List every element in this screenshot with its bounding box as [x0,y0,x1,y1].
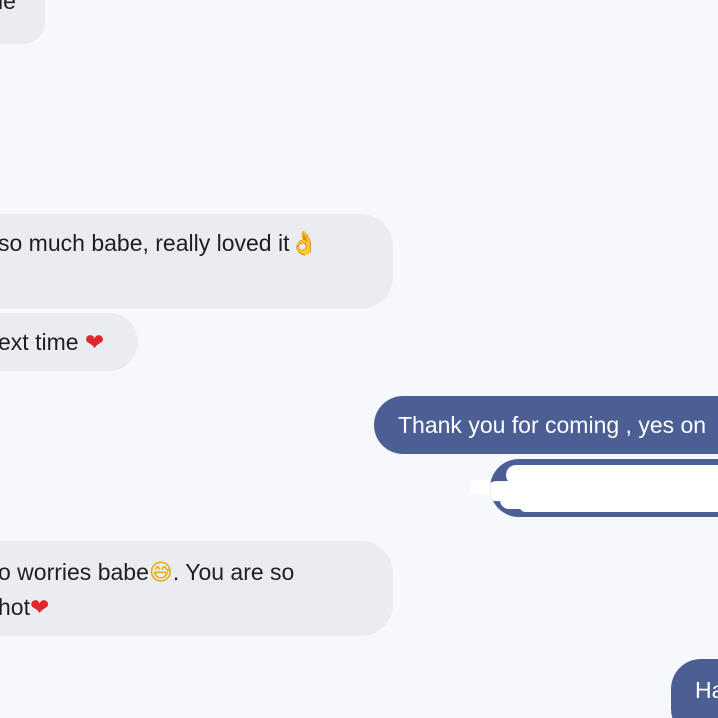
redaction-scribble [520,502,718,512]
message-text: o worries babe [0,559,149,585]
message-bubble-incoming[interactable]: so much babe, really loved it👌 [0,214,393,309]
grinning-sweat-emoji-icon: 😅 [148,560,173,586]
message-text: so much babe, really loved it [0,230,290,256]
message-bubble-incoming[interactable]: o worries babe😅. You are so hot❤ [0,541,393,636]
ok-hand-emoji-icon: 👌 [289,231,319,257]
message-bubble-outgoing[interactable]: Ha [671,659,718,718]
red-heart-emoji-icon: ❤ [84,330,105,356]
message-bubble-incoming[interactable]: le [0,0,45,44]
redacted-message-bubble[interactable] [490,459,718,517]
message-text: hot [0,594,30,620]
message-text: Thank you for coming , yes on [398,412,707,438]
message-line: hot❤ [0,590,393,625]
red-heart-emoji-icon: ❤ [29,595,50,621]
chat-thread: le so much babe, really loved it👌 ext ti… [0,0,718,718]
message-bubble-outgoing[interactable]: Thank you for coming , yes on [374,396,718,454]
message-text: ext time [0,329,79,355]
message-text: . You are so [172,559,295,585]
message-text: Ha [695,677,718,703]
message-bubble-incoming[interactable]: ext time ❤ [0,313,138,371]
message-line: o worries babe😅. You are so [0,555,393,590]
message-text: le [0,0,16,14]
